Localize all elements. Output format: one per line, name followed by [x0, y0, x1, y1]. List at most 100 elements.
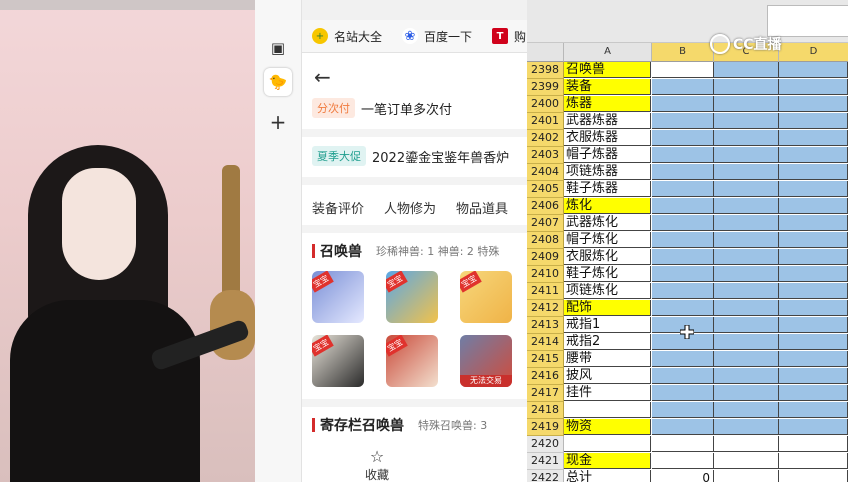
- bookmark-item[interactable]: ❀ 百度一下: [402, 26, 472, 46]
- row-number[interactable]: 2413: [527, 317, 564, 334]
- cell-d[interactable]: [779, 317, 848, 333]
- cell-a[interactable]: 衣服炼化: [564, 249, 651, 265]
- cell-a[interactable]: [564, 436, 651, 452]
- cell-b[interactable]: [652, 198, 714, 214]
- cell-d[interactable]: [779, 419, 848, 435]
- cell-a[interactable]: 炼器: [564, 96, 651, 112]
- cell-a[interactable]: 炼化: [564, 198, 651, 214]
- cell-c[interactable]: [714, 436, 779, 452]
- cell-d[interactable]: [779, 130, 848, 146]
- tabs-icon[interactable]: ▣: [264, 34, 292, 62]
- bookmark-item[interactable]: + 名站大全: [312, 26, 382, 46]
- pet-card[interactable]: 无法交易: [460, 335, 512, 387]
- row-number[interactable]: 2409: [527, 249, 564, 266]
- cell-a[interactable]: 武器炼器: [564, 113, 651, 129]
- cell-d[interactable]: [779, 164, 848, 180]
- cell-d[interactable]: [779, 334, 848, 350]
- cell-b[interactable]: [652, 79, 714, 95]
- cell-b[interactable]: [652, 283, 714, 299]
- cell-d[interactable]: [779, 470, 848, 482]
- cell-b[interactable]: [652, 368, 714, 384]
- cell-d[interactable]: [779, 215, 848, 231]
- row-number[interactable]: 2412: [527, 300, 564, 317]
- favorite-button[interactable]: ☆ 收藏: [357, 447, 397, 482]
- cell-a[interactable]: 戒指2: [564, 334, 651, 350]
- bookmark-item[interactable]: T 购: [492, 26, 526, 46]
- cell-c[interactable]: [714, 232, 779, 248]
- cell-d[interactable]: [779, 368, 848, 384]
- cell-c[interactable]: [714, 113, 779, 129]
- cell-b[interactable]: [652, 266, 714, 282]
- column-header-a[interactable]: A: [564, 43, 652, 62]
- cell-c[interactable]: [714, 164, 779, 180]
- row-number[interactable]: 2398: [527, 62, 564, 79]
- cell-b[interactable]: [652, 62, 714, 78]
- row-number[interactable]: 2422: [527, 470, 564, 482]
- row-number[interactable]: 2410: [527, 266, 564, 283]
- cell-b[interactable]: [652, 147, 714, 163]
- cell-b[interactable]: [652, 96, 714, 112]
- cell-b[interactable]: [652, 130, 714, 146]
- pet-card[interactable]: 宝宝: [386, 335, 438, 387]
- cell-b[interactable]: [652, 351, 714, 367]
- cell-c[interactable]: [714, 96, 779, 112]
- cell-c[interactable]: [714, 249, 779, 265]
- row-number[interactable]: 2402: [527, 130, 564, 147]
- cell-b[interactable]: [652, 402, 714, 418]
- promo-row[interactable]: 夏季大促 2022鎏金宝鉴年兽香炉: [312, 145, 509, 167]
- row-number[interactable]: 2418: [527, 402, 564, 419]
- cell-a[interactable]: 帽子炼器: [564, 147, 651, 163]
- cell-c[interactable]: [714, 147, 779, 163]
- cell-c[interactable]: [714, 470, 779, 482]
- select-all-corner[interactable]: [527, 43, 564, 62]
- cell-a[interactable]: 物资: [564, 419, 651, 435]
- cell-b[interactable]: [652, 419, 714, 435]
- cell-c[interactable]: [714, 317, 779, 333]
- row-number[interactable]: 2400: [527, 96, 564, 113]
- cell-c[interactable]: [714, 385, 779, 401]
- cell-a[interactable]: 现金: [564, 453, 651, 469]
- cell-c[interactable]: [714, 283, 779, 299]
- cell-c[interactable]: [714, 181, 779, 197]
- cell-d[interactable]: [779, 402, 848, 418]
- row-number[interactable]: 2414: [527, 334, 564, 351]
- back-arrow-icon[interactable]: ←: [314, 65, 331, 89]
- cell-c[interactable]: [714, 198, 779, 214]
- cell-b[interactable]: [652, 181, 714, 197]
- promo-row[interactable]: 分次付 一笔订单多次付: [312, 97, 452, 119]
- cell-d[interactable]: [779, 453, 848, 469]
- pet-card[interactable]: 宝宝: [312, 271, 364, 323]
- chick-app-icon[interactable]: 🐤: [264, 68, 292, 96]
- cell-d[interactable]: [779, 249, 848, 265]
- cell-c[interactable]: [714, 266, 779, 282]
- cell-a[interactable]: 腰带: [564, 351, 651, 367]
- row-number[interactable]: 2417: [527, 385, 564, 402]
- row-number[interactable]: 2420: [527, 436, 564, 453]
- cell-c[interactable]: [714, 130, 779, 146]
- row-number[interactable]: 2408: [527, 232, 564, 249]
- cell-a[interactable]: 披风: [564, 368, 651, 384]
- cell-d[interactable]: [779, 113, 848, 129]
- cell-a[interactable]: 戒指1: [564, 317, 651, 333]
- row-number[interactable]: 2406: [527, 198, 564, 215]
- add-icon[interactable]: +: [264, 108, 292, 136]
- cell-d[interactable]: [779, 385, 848, 401]
- row-number[interactable]: 2411: [527, 283, 564, 300]
- cell-b[interactable]: [652, 113, 714, 129]
- cell-c[interactable]: [714, 453, 779, 469]
- cell-a[interactable]: 帽子炼化: [564, 232, 651, 248]
- cell-a[interactable]: 配饰: [564, 300, 651, 316]
- cell-a[interactable]: 挂件: [564, 385, 651, 401]
- cell-c[interactable]: [714, 300, 779, 316]
- cell-d[interactable]: [779, 62, 848, 78]
- cell-c[interactable]: [714, 351, 779, 367]
- cell-b[interactable]: [652, 232, 714, 248]
- row-number[interactable]: 2415: [527, 351, 564, 368]
- cell-d[interactable]: [779, 79, 848, 95]
- cell-b[interactable]: [652, 436, 714, 452]
- tab-equipment-rating[interactable]: 装备评价: [312, 198, 364, 217]
- cell-a[interactable]: 衣服炼器: [564, 130, 651, 146]
- formula-box[interactable]: [767, 5, 848, 37]
- tab-character-cultivation[interactable]: 人物修为: [384, 198, 436, 217]
- cell-d[interactable]: [779, 266, 848, 282]
